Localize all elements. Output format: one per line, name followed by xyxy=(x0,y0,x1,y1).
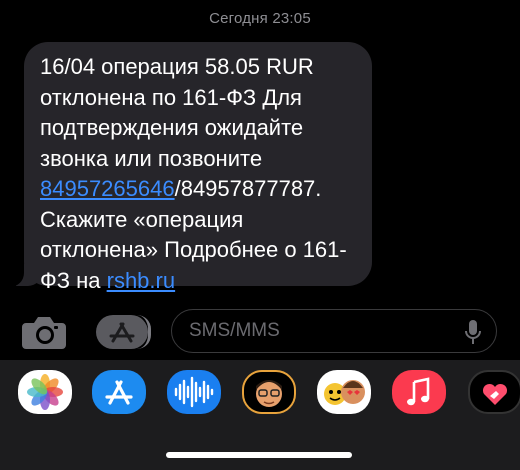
waveform-icon xyxy=(174,376,214,408)
home-indicator xyxy=(166,452,352,458)
message-composer: SMS/MMS xyxy=(0,309,520,357)
microphone-icon[interactable] xyxy=(464,319,482,345)
message-timestamp: Сегодня 23:05 xyxy=(209,10,311,27)
phone-link[interactable]: 84957265646 xyxy=(40,176,175,201)
camera-button[interactable] xyxy=(20,313,70,353)
digital-touch-app-button[interactable] xyxy=(468,370,520,414)
photos-app-button[interactable] xyxy=(18,370,72,414)
message-text: 16/04 операция 58.05 RUR отклонена по 16… xyxy=(40,52,358,296)
app-store-icon xyxy=(109,322,135,343)
memoji-icon xyxy=(256,380,282,407)
incoming-message-bubble[interactable]: 16/04 операция 58.05 RUR отклонена по 16… xyxy=(2,42,372,293)
music-app-button[interactable] xyxy=(392,370,446,414)
website-link[interactable]: rshb.ru xyxy=(107,268,175,293)
message-input-placeholder: SMS/MMS xyxy=(189,320,280,341)
music-note-icon xyxy=(407,377,430,406)
heart-hand-icon xyxy=(482,383,508,405)
memoji-app-button[interactable] xyxy=(242,370,296,414)
audio-message-app-button[interactable] xyxy=(167,370,221,414)
app-store-app-button[interactable] xyxy=(92,370,146,414)
memoji-sticker-icon xyxy=(324,380,365,405)
memoji-stickers-app-button[interactable] xyxy=(317,370,371,414)
app-store-button[interactable] xyxy=(96,315,151,349)
camera-icon xyxy=(22,317,66,349)
photos-icon xyxy=(27,374,63,410)
app-store-icon xyxy=(105,380,133,405)
message-text-part: 16/04 операция 58.05 RUR отклонена по 16… xyxy=(40,54,314,171)
message-input[interactable]: SMS/MMS xyxy=(171,309,497,353)
